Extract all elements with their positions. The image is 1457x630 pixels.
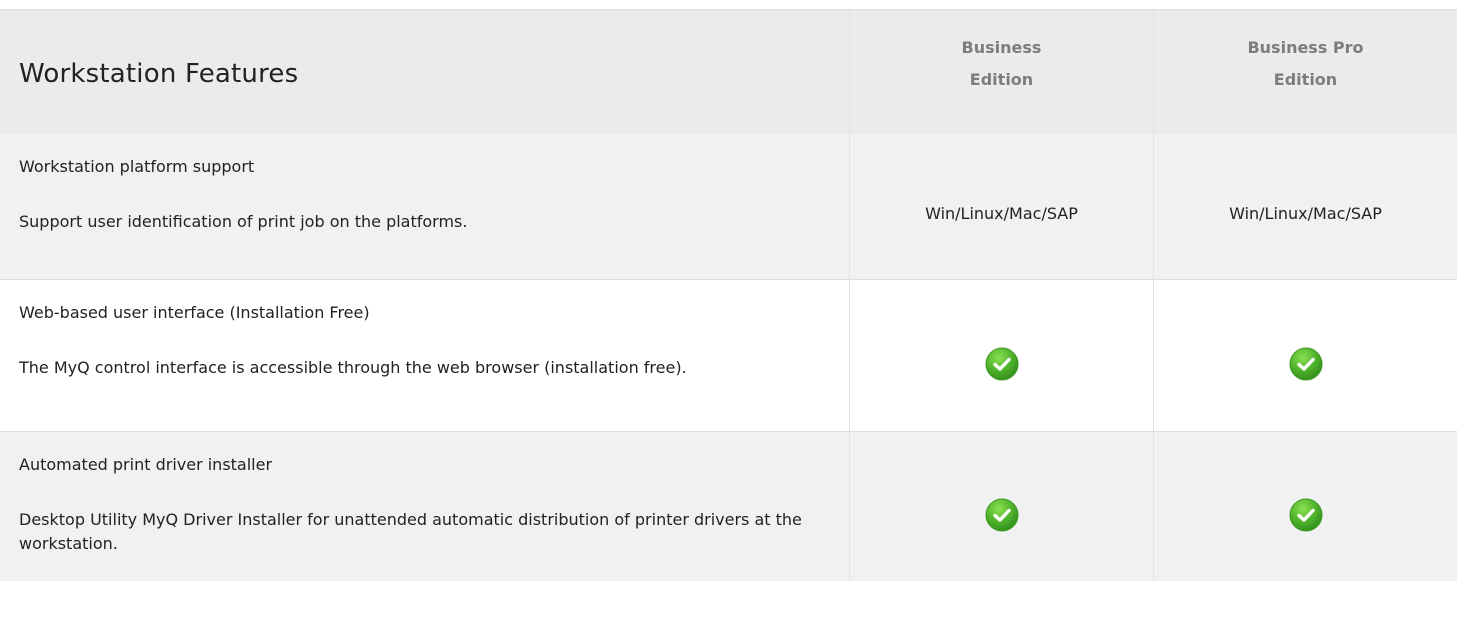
feature-name: Automated print driver installer <box>19 455 273 474</box>
feature-description: The MyQ control interface is accessible … <box>19 358 687 377</box>
table-row: Automated print driver installer Desktop… <box>0 431 1457 581</box>
business-pro-value-cell <box>1154 280 1457 431</box>
business-value-cell: Win/Linux/Mac/SAP <box>850 134 1154 279</box>
feature-cell: Workstation platform support Support use… <box>0 134 850 279</box>
column-header-business-pro-line1: Business Pro <box>1247 37 1364 57</box>
business-value-cell <box>850 280 1154 431</box>
feature-description: Support user identification of print job… <box>19 212 468 231</box>
business-pro-value-cell <box>1154 432 1457 581</box>
green-check-circle-icon <box>1289 498 1322 531</box>
column-header-business-line1: Business <box>961 37 1042 57</box>
section-title: Workstation Features <box>19 58 299 89</box>
feature-cell: Automated print driver installer Desktop… <box>0 432 850 581</box>
table-row: Web-based user interface (Installation F… <box>0 279 1457 431</box>
table-row: Workstation platform support Support use… <box>0 134 1457 279</box>
column-header-business: Business Edition <box>850 10 1154 134</box>
business-value: Win/Linux/Mac/SAP <box>925 204 1078 223</box>
feature-name: Web-based user interface (Installation F… <box>19 303 370 322</box>
column-header-business-pro-line2: Edition <box>1273 69 1338 89</box>
section-title-cell: Workstation Features <box>0 10 850 134</box>
table-header-row: Workstation Features Business Edition Bu… <box>0 9 1457 134</box>
column-header-business-line2: Edition <box>969 69 1034 89</box>
column-header-business-pro: Business Pro Edition <box>1154 10 1457 134</box>
green-check-circle-icon <box>1289 347 1322 380</box>
feature-name: Workstation platform support <box>19 157 255 176</box>
business-value-cell <box>850 432 1154 581</box>
feature-description: Desktop Utility MyQ Driver Installer for… <box>19 510 802 553</box>
green-check-circle-icon <box>985 347 1018 380</box>
business-pro-value: Win/Linux/Mac/SAP <box>1229 204 1382 223</box>
feature-comparison-table: Workstation Features Business Edition Bu… <box>0 9 1457 581</box>
green-check-circle-icon <box>985 498 1018 531</box>
feature-cell: Web-based user interface (Installation F… <box>0 280 850 431</box>
business-pro-value-cell: Win/Linux/Mac/SAP <box>1154 134 1457 279</box>
